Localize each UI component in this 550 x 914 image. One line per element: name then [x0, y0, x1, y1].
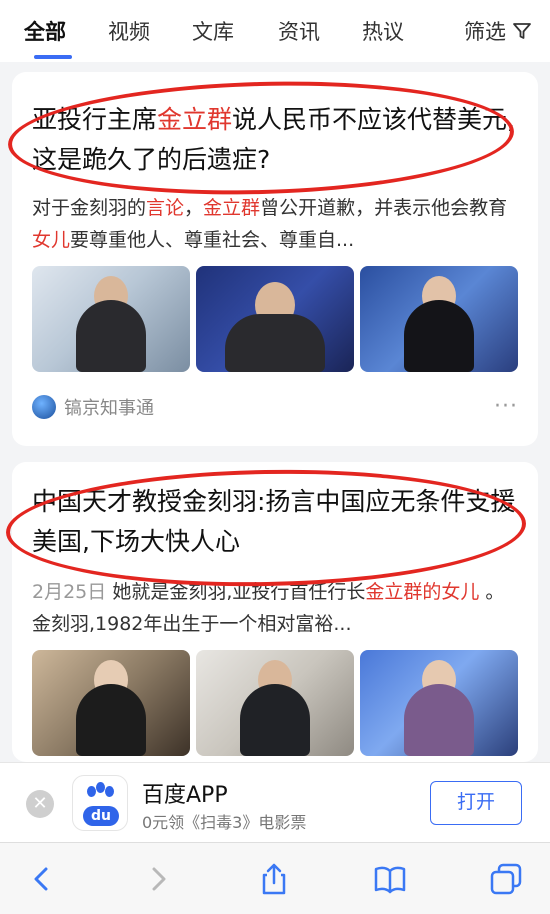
snippet-highlight: 言论	[146, 197, 185, 219]
thumbnail-image[interactable]	[360, 266, 518, 372]
open-app-button[interactable]: 打开	[430, 781, 522, 825]
snippet-highlight: 女儿	[32, 229, 71, 251]
thumbnail-image[interactable]	[32, 266, 190, 372]
snippet-highlight: 的女儿	[422, 581, 480, 603]
snippet-highlight: 金立群	[365, 581, 423, 603]
result-thumbnails	[32, 266, 518, 372]
tab-library[interactable]: 文库	[192, 16, 234, 46]
share-icon[interactable]	[256, 861, 292, 897]
filter-button[interactable]: 筛选	[464, 16, 532, 46]
app-subtitle: 0元领《扫毒3》电影票	[142, 813, 307, 832]
thumbnail-image[interactable]	[196, 266, 354, 372]
baidu-app-icon: du	[72, 775, 128, 831]
active-tab-indicator	[34, 55, 72, 59]
result-thumbnails	[32, 650, 518, 756]
tab-video[interactable]: 视频	[108, 16, 150, 46]
filter-icon	[513, 23, 531, 39]
result-source[interactable]: 镐京知事通	[32, 394, 154, 420]
source-name: 镐京知事通	[64, 398, 154, 419]
bookmarks-icon[interactable]	[372, 861, 408, 897]
search-tabs-bar: 全部 视频 文库 资讯 热议 筛选	[0, 0, 550, 62]
snippet-highlight: 金立群	[203, 197, 261, 219]
result-date: 2月25日	[32, 581, 107, 603]
snippet-text: 要尊重他人、尊重社会、尊重自...	[70, 229, 355, 251]
tabs-icon[interactable]	[488, 861, 524, 897]
tab-discussion[interactable]: 热议	[362, 16, 404, 46]
browser-toolbar	[0, 842, 550, 914]
result-snippet: 对于金刻羽的言论，金立群曾公开道歉，并表示他会教育女儿要尊重他人、尊重社会、尊重…	[32, 192, 526, 256]
thumbnail-image[interactable]	[360, 650, 518, 756]
snippet-text: 曾公开道歉，并表示他会教育	[260, 197, 508, 219]
snippet-text: 对于金刻羽的	[32, 197, 147, 219]
thumbnail-image[interactable]	[32, 650, 190, 756]
app-icon-label: du	[83, 806, 119, 826]
forward-icon[interactable]	[140, 861, 176, 897]
source-logo-icon	[32, 395, 56, 419]
thumbnail-image[interactable]	[196, 650, 354, 756]
back-icon[interactable]	[24, 861, 60, 897]
more-options-icon[interactable]: ···	[494, 394, 518, 419]
tab-all[interactable]: 全部	[24, 16, 66, 46]
snippet-text: ，	[184, 197, 204, 219]
filter-label: 筛选	[464, 20, 506, 44]
app-name: 百度APP	[142, 783, 228, 808]
close-icon[interactable]: ✕	[26, 790, 54, 818]
app-download-banner: ✕ du 百度APP 0元领《扫毒3》电影票 打开	[0, 762, 550, 842]
tab-news[interactable]: 资讯	[278, 16, 320, 46]
